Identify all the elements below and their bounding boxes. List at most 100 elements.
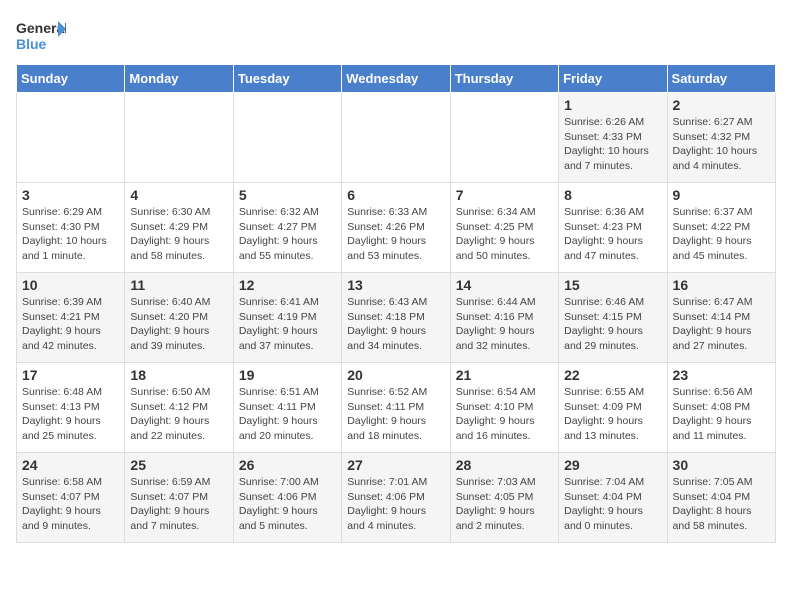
calendar-cell xyxy=(233,93,341,183)
calendar-cell: 20 Sunrise: 6:52 AM Sunset: 4:11 PM Dayli… xyxy=(342,363,450,453)
day-info: Sunrise: 6:54 AM Sunset: 4:10 PM Dayligh… xyxy=(456,385,553,444)
day-info: Sunrise: 6:40 AM Sunset: 4:20 PM Dayligh… xyxy=(130,295,227,354)
day-info: Sunrise: 6:59 AM Sunset: 4:07 PM Dayligh… xyxy=(130,475,227,534)
weekday-header-thursday: Thursday xyxy=(450,65,558,93)
weekday-header-row: SundayMondayTuesdayWednesdayThursdayFrid… xyxy=(17,65,776,93)
day-info: Sunrise: 7:00 AM Sunset: 4:06 PM Dayligh… xyxy=(239,475,336,534)
calendar-cell xyxy=(17,93,125,183)
calendar-cell: 17 Sunrise: 6:48 AM Sunset: 4:13 PM Dayli… xyxy=(17,363,125,453)
day-info: Sunrise: 7:03 AM Sunset: 4:05 PM Dayligh… xyxy=(456,475,553,534)
day-info: Sunrise: 6:26 AM Sunset: 4:33 PM Dayligh… xyxy=(564,115,661,174)
day-number: 30 xyxy=(673,457,770,473)
calendar-cell: 2Sunrise: 6:27 AM Sunset: 4:32 PM Daylig… xyxy=(667,93,775,183)
day-info: Sunrise: 6:29 AM Sunset: 4:30 PM Dayligh… xyxy=(22,205,119,264)
day-info: Sunrise: 6:37 AM Sunset: 4:22 PM Dayligh… xyxy=(673,205,770,264)
calendar-cell: 30 Sunrise: 7:05 AM Sunset: 4:04 PM Dayli… xyxy=(667,453,775,543)
day-number: 28 xyxy=(456,457,553,473)
week-row-3: 10 Sunrise: 6:39 AM Sunset: 4:21 PM Dayli… xyxy=(17,273,776,363)
day-info: Sunrise: 6:34 AM Sunset: 4:25 PM Dayligh… xyxy=(456,205,553,264)
calendar-cell: 26Sunrise: 7:00 AM Sunset: 4:06 PM Dayli… xyxy=(233,453,341,543)
calendar-cell: 23 Sunrise: 6:56 AM Sunset: 4:08 PM Dayli… xyxy=(667,363,775,453)
week-row-5: 24 Sunrise: 6:58 AM Sunset: 4:07 PM Dayli… xyxy=(17,453,776,543)
day-number: 5 xyxy=(239,187,336,203)
calendar-cell: 14 Sunrise: 6:44 AM Sunset: 4:16 PM Dayli… xyxy=(450,273,558,363)
day-number: 8 xyxy=(564,187,661,203)
calendar-cell: 1 Sunrise: 6:26 AM Sunset: 4:33 PM Daylig… xyxy=(559,93,667,183)
day-number: 15 xyxy=(564,277,661,293)
day-number: 19 xyxy=(239,367,336,383)
day-info: Sunrise: 6:30 AM Sunset: 4:29 PM Dayligh… xyxy=(130,205,227,264)
day-info: Sunrise: 6:52 AM Sunset: 4:11 PM Dayligh… xyxy=(347,385,444,444)
calendar-cell: 12Sunrise: 6:41 AM Sunset: 4:19 PM Dayli… xyxy=(233,273,341,363)
day-info: Sunrise: 6:48 AM Sunset: 4:13 PM Dayligh… xyxy=(22,385,119,444)
calendar-cell: 21 Sunrise: 6:54 AM Sunset: 4:10 PM Dayli… xyxy=(450,363,558,453)
calendar-cell: 11 Sunrise: 6:40 AM Sunset: 4:20 PM Dayli… xyxy=(125,273,233,363)
day-info: Sunrise: 6:39 AM Sunset: 4:21 PM Dayligh… xyxy=(22,295,119,354)
day-number: 20 xyxy=(347,367,444,383)
day-number: 17 xyxy=(22,367,119,383)
calendar-cell: 3 Sunrise: 6:29 AM Sunset: 4:30 PM Daylig… xyxy=(17,183,125,273)
calendar-cell: 29Sunrise: 7:04 AM Sunset: 4:04 PM Dayli… xyxy=(559,453,667,543)
day-number: 13 xyxy=(347,277,444,293)
calendar-cell: 25Sunrise: 6:59 AM Sunset: 4:07 PM Dayli… xyxy=(125,453,233,543)
weekday-header-saturday: Saturday xyxy=(667,65,775,93)
logo: General Blue xyxy=(16,16,66,56)
calendar-cell xyxy=(342,93,450,183)
day-number: 7 xyxy=(456,187,553,203)
day-info: Sunrise: 6:46 AM Sunset: 4:15 PM Dayligh… xyxy=(564,295,661,354)
day-number: 18 xyxy=(130,367,227,383)
day-info: Sunrise: 6:33 AM Sunset: 4:26 PM Dayligh… xyxy=(347,205,444,264)
calendar-cell: 16Sunrise: 6:47 AM Sunset: 4:14 PM Dayli… xyxy=(667,273,775,363)
day-info: Sunrise: 7:05 AM Sunset: 4:04 PM Dayligh… xyxy=(673,475,770,534)
calendar-cell: 6 Sunrise: 6:33 AM Sunset: 4:26 PM Daylig… xyxy=(342,183,450,273)
day-number: 27 xyxy=(347,457,444,473)
day-number: 11 xyxy=(130,277,227,293)
day-number: 24 xyxy=(22,457,119,473)
calendar-cell: 24 Sunrise: 6:58 AM Sunset: 4:07 PM Dayli… xyxy=(17,453,125,543)
calendar-cell: 5 Sunrise: 6:32 AM Sunset: 4:27 PM Daylig… xyxy=(233,183,341,273)
weekday-header-sunday: Sunday xyxy=(17,65,125,93)
day-info: Sunrise: 6:44 AM Sunset: 4:16 PM Dayligh… xyxy=(456,295,553,354)
calendar-cell: 27 Sunrise: 7:01 AM Sunset: 4:06 PM Dayli… xyxy=(342,453,450,543)
calendar-cell: 4 Sunrise: 6:30 AM Sunset: 4:29 PM Daylig… xyxy=(125,183,233,273)
week-row-2: 3 Sunrise: 6:29 AM Sunset: 4:30 PM Daylig… xyxy=(17,183,776,273)
calendar-cell: 13Sunrise: 6:43 AM Sunset: 4:18 PM Dayli… xyxy=(342,273,450,363)
day-info: Sunrise: 6:58 AM Sunset: 4:07 PM Dayligh… xyxy=(22,475,119,534)
calendar-cell: 22Sunrise: 6:55 AM Sunset: 4:09 PM Dayli… xyxy=(559,363,667,453)
svg-text:Blue: Blue xyxy=(16,36,47,52)
day-number: 1 xyxy=(564,97,661,113)
calendar-cell: 8 Sunrise: 6:36 AM Sunset: 4:23 PM Daylig… xyxy=(559,183,667,273)
day-info: Sunrise: 6:51 AM Sunset: 4:11 PM Dayligh… xyxy=(239,385,336,444)
day-number: 23 xyxy=(673,367,770,383)
calendar-table: SundayMondayTuesdayWednesdayThursdayFrid… xyxy=(16,64,776,543)
calendar-cell: 9 Sunrise: 6:37 AM Sunset: 4:22 PM Daylig… xyxy=(667,183,775,273)
day-info: Sunrise: 6:36 AM Sunset: 4:23 PM Dayligh… xyxy=(564,205,661,264)
calendar-cell: 15 Sunrise: 6:46 AM Sunset: 4:15 PM Dayli… xyxy=(559,273,667,363)
weekday-header-friday: Friday xyxy=(559,65,667,93)
day-number: 9 xyxy=(673,187,770,203)
day-number: 21 xyxy=(456,367,553,383)
week-row-1: 1 Sunrise: 6:26 AM Sunset: 4:33 PM Daylig… xyxy=(17,93,776,183)
day-info: Sunrise: 7:01 AM Sunset: 4:06 PM Dayligh… xyxy=(347,475,444,534)
day-info: Sunrise: 6:56 AM Sunset: 4:08 PM Dayligh… xyxy=(673,385,770,444)
day-number: 3 xyxy=(22,187,119,203)
calendar-cell: 10 Sunrise: 6:39 AM Sunset: 4:21 PM Dayli… xyxy=(17,273,125,363)
day-number: 14 xyxy=(456,277,553,293)
calendar-cell: 18 Sunrise: 6:50 AM Sunset: 4:12 PM Dayli… xyxy=(125,363,233,453)
calendar-cell xyxy=(450,93,558,183)
day-info: Sunrise: 6:50 AM Sunset: 4:12 PM Dayligh… xyxy=(130,385,227,444)
day-number: 2 xyxy=(673,97,770,113)
calendar-cell: 7 Sunrise: 6:34 AM Sunset: 4:25 PM Daylig… xyxy=(450,183,558,273)
day-info: Sunrise: 6:41 AM Sunset: 4:19 PM Dayligh… xyxy=(239,295,336,354)
day-number: 6 xyxy=(347,187,444,203)
weekday-header-monday: Monday xyxy=(125,65,233,93)
logo-svg: General Blue xyxy=(16,16,66,56)
day-info: Sunrise: 6:32 AM Sunset: 4:27 PM Dayligh… xyxy=(239,205,336,264)
calendar-cell xyxy=(125,93,233,183)
day-number: 29 xyxy=(564,457,661,473)
day-number: 10 xyxy=(22,277,119,293)
day-number: 4 xyxy=(130,187,227,203)
day-info: Sunrise: 6:55 AM Sunset: 4:09 PM Dayligh… xyxy=(564,385,661,444)
day-info: Sunrise: 6:47 AM Sunset: 4:14 PM Dayligh… xyxy=(673,295,770,354)
weekday-header-wednesday: Wednesday xyxy=(342,65,450,93)
